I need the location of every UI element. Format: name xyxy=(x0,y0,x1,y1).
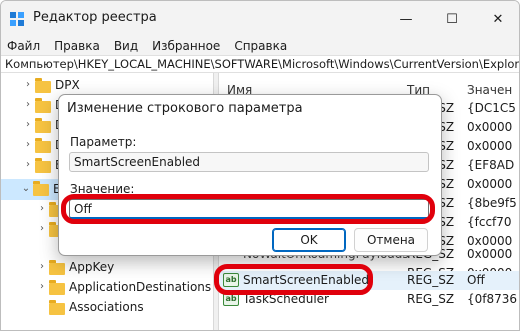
edit-string-dialog: Изменение строкового параметра Параметр:… xyxy=(58,94,442,256)
param-name-field: SmartScreenEnabled xyxy=(69,152,429,172)
menu-help[interactable]: Справка xyxy=(234,39,287,53)
close-button[interactable]: ✕ xyxy=(475,1,519,37)
chevron-right-icon[interactable]: › xyxy=(37,224,47,234)
menu-edit[interactable]: Правка xyxy=(54,39,100,53)
address-bar[interactable]: Компьютер\HKEY_LOCAL_MACHINE\SOFTWARE\Mi… xyxy=(1,55,519,73)
value-data: {DC1C5 xyxy=(467,101,516,115)
value-name: TaskScheduler xyxy=(243,292,329,306)
dialog-title: Изменение строкового параметра xyxy=(67,101,303,116)
maximize-button[interactable]: ☐ xyxy=(429,1,475,37)
tree-item-appkey[interactable]: › AppKey xyxy=(1,257,213,278)
value-label: Значение: xyxy=(70,182,135,196)
folder-icon xyxy=(49,300,65,315)
value-data: 0x0000 xyxy=(467,139,513,153)
chevron-right-icon[interactable]: › xyxy=(37,204,47,214)
title-bar: Редактор реестра — ☐ ✕ xyxy=(1,1,519,37)
tree-item-label: Associations xyxy=(69,300,144,314)
value-type: REG_SZ xyxy=(407,292,455,306)
tree-item-associations[interactable]: Associations xyxy=(1,297,213,318)
value-data: {EF8AD xyxy=(467,158,515,172)
list-item-smartscreenenabled[interactable]: ab SmartScreenEnabled REG_SZ Off xyxy=(219,271,519,290)
list-item-taskscheduler[interactable]: ab TaskScheduler REG_SZ {0f8736 xyxy=(219,290,519,309)
chevron-right-icon[interactable]: › xyxy=(23,80,33,90)
column-value-header[interactable]: Значен xyxy=(467,83,512,97)
value-type: REG_SZ xyxy=(407,273,455,287)
menu-bar: Файл Правка Вид Избранное Справка xyxy=(1,37,519,55)
chevron-right-icon[interactable]: › xyxy=(37,262,47,272)
tree-item-applicationdestinations[interactable]: › ApplicationDestinations xyxy=(1,277,213,298)
chevron-right-icon[interactable]: › xyxy=(37,282,47,292)
value-data: 0x0000 xyxy=(467,177,513,191)
value-input[interactable] xyxy=(69,199,429,219)
chevron-right-icon[interactable]: › xyxy=(23,140,33,150)
registry-editor-icon xyxy=(10,12,24,26)
menu-view[interactable]: Вид xyxy=(114,39,138,53)
folder-icon xyxy=(35,138,51,153)
folder-icon xyxy=(35,118,51,133)
folder-open-icon xyxy=(33,181,49,196)
menu-favorites[interactable]: Избранное xyxy=(152,39,220,53)
cancel-button[interactable]: Отмена xyxy=(354,228,428,252)
folder-icon xyxy=(35,78,51,93)
value-data: 0x0000 xyxy=(467,247,513,261)
tree-item-label: DPX xyxy=(55,78,80,92)
string-value-icon: ab xyxy=(223,273,239,287)
registry-editor-window: Редактор реестра — ☐ ✕ Файл Правка Вид И… xyxy=(0,0,520,331)
value-data: {0f8736 xyxy=(467,292,518,306)
chevron-down-icon[interactable]: ⌄ xyxy=(21,184,31,194)
value-data: {fccf70 xyxy=(467,215,512,229)
folder-icon xyxy=(49,260,65,275)
value-data: 0x0000 xyxy=(467,120,513,134)
folder-icon xyxy=(35,158,51,173)
ok-button[interactable]: OK xyxy=(272,228,346,252)
value-data: Off xyxy=(467,273,485,287)
value-name: SmartScreenEnabled xyxy=(243,273,370,287)
tree-item-label: AppKey xyxy=(69,260,115,274)
folder-icon xyxy=(35,98,51,113)
minimize-button[interactable]: — xyxy=(383,1,429,37)
window-title: Редактор реестра xyxy=(33,10,157,25)
value-data: {8be9f5 xyxy=(467,196,517,210)
tree-item[interactable]: › DPX xyxy=(1,75,213,96)
string-value-icon: ab xyxy=(223,292,239,306)
param-label: Параметр: xyxy=(70,135,137,149)
chevron-right-icon[interactable]: › xyxy=(23,160,33,170)
menu-file[interactable]: Файл xyxy=(7,39,40,53)
chevron-right-icon[interactable]: › xyxy=(23,120,33,130)
folder-icon xyxy=(49,280,65,295)
tree-item-label: ApplicationDestinations xyxy=(69,280,212,294)
chevron-right-icon[interactable]: › xyxy=(23,100,33,110)
